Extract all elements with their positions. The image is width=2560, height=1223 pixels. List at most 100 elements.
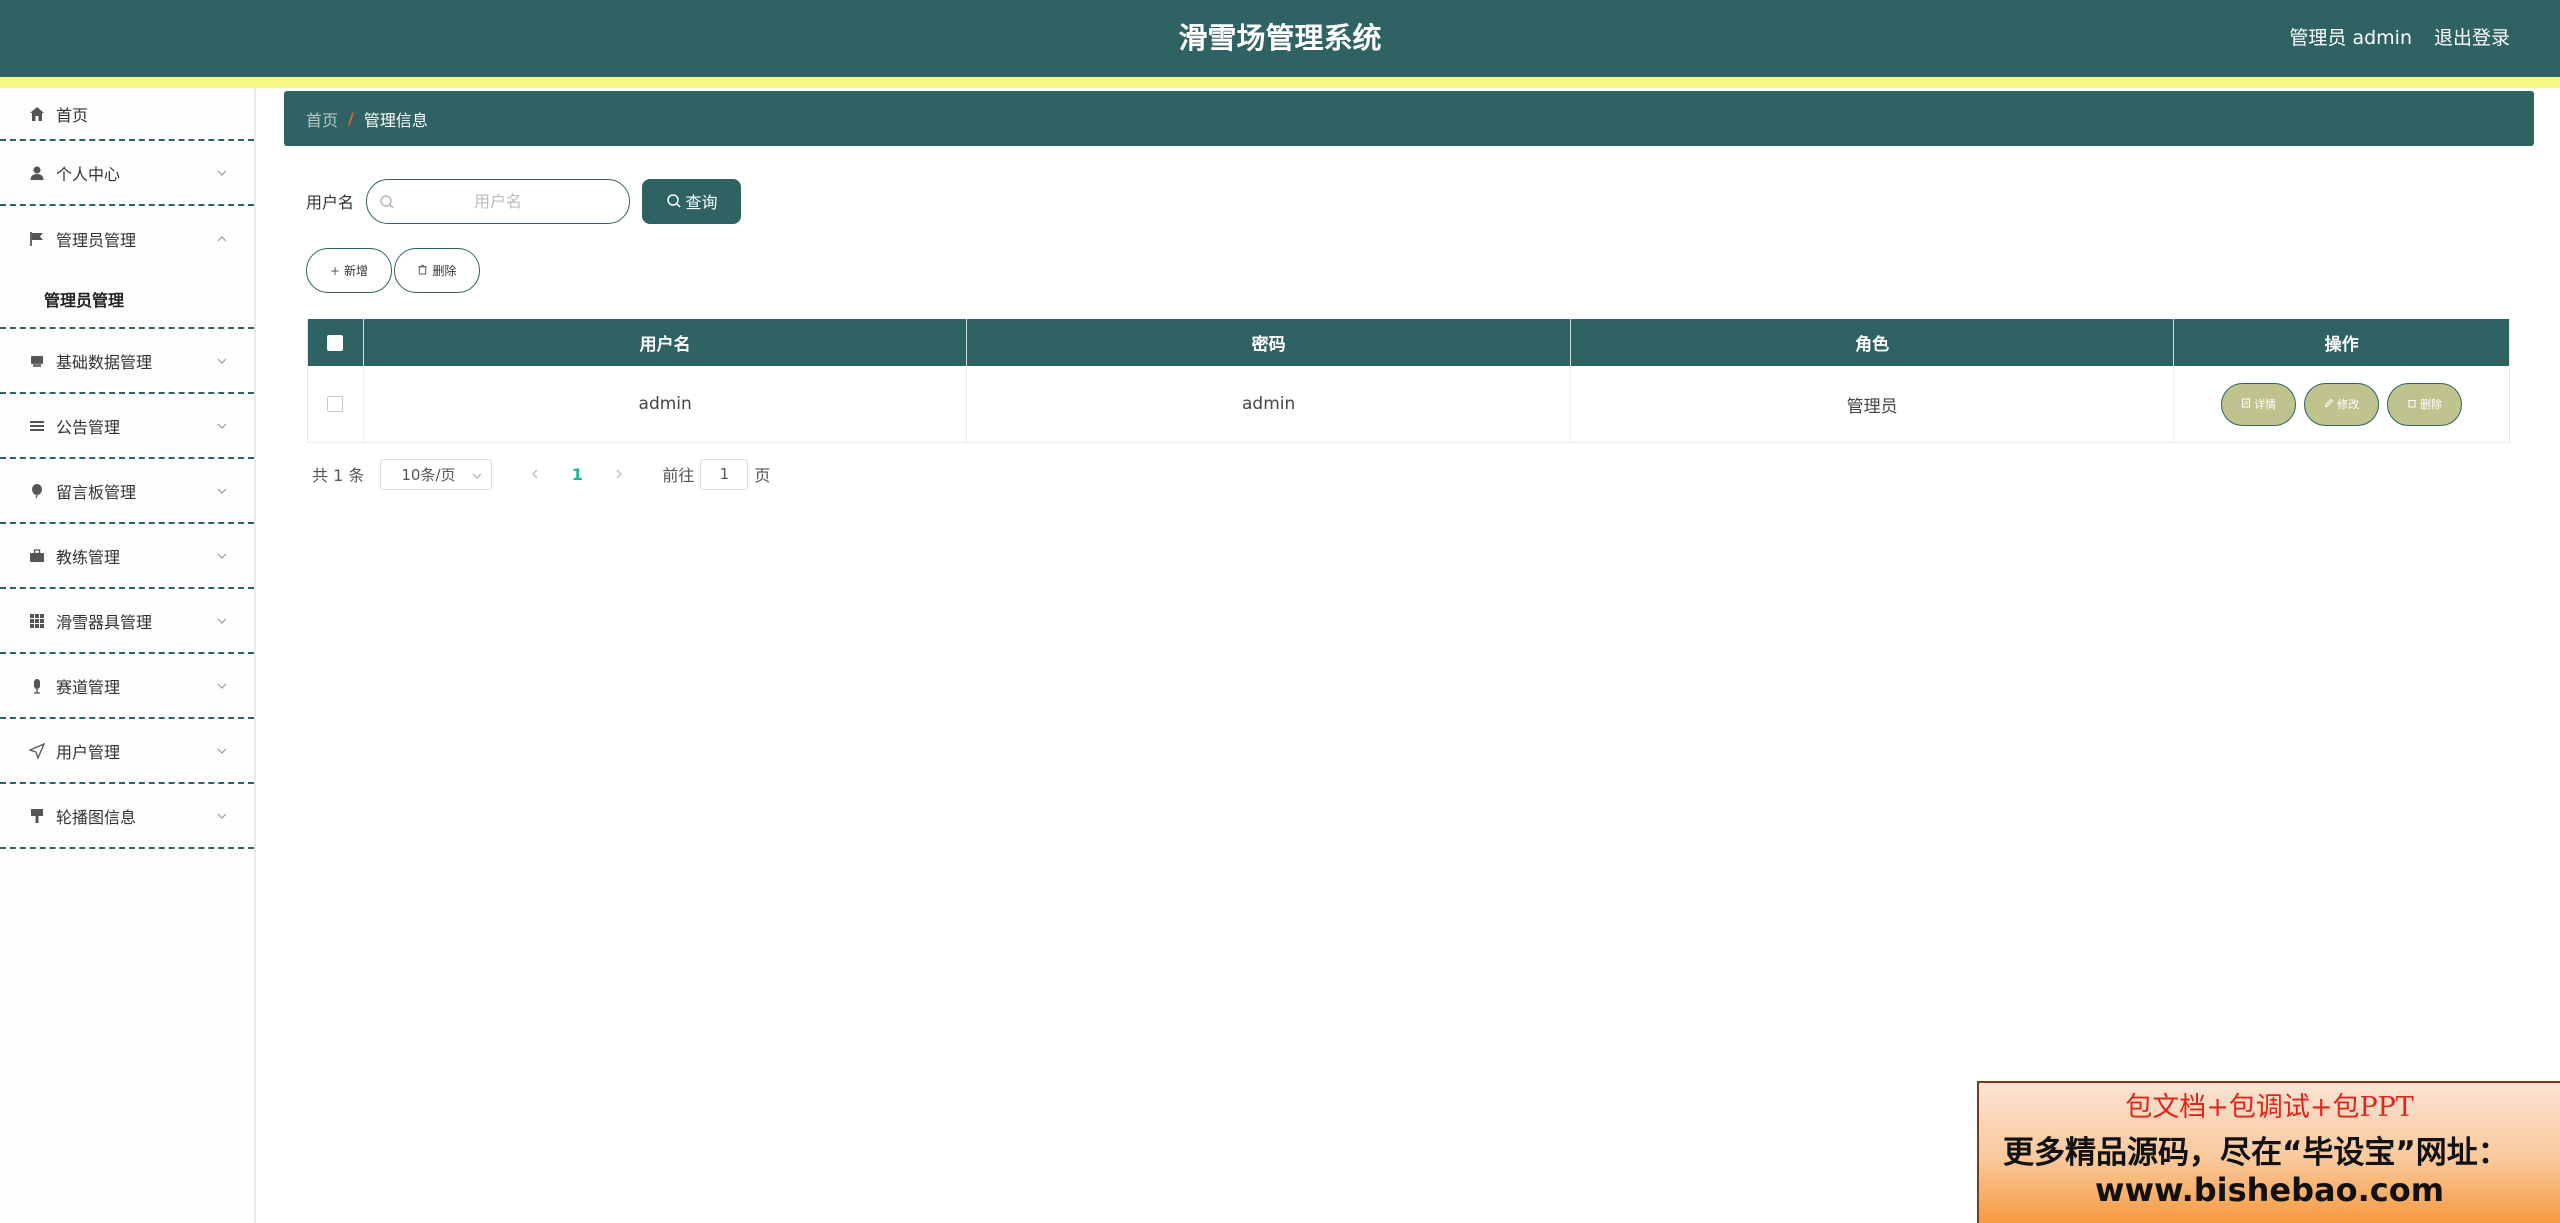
promo-banner-url: www.bishebao.com (2094, 1171, 2445, 1209)
printer-icon (28, 352, 46, 370)
search-label: 用户名 (306, 193, 355, 212)
list-icon (28, 417, 46, 435)
sidebar-item-label: 用户管理 (56, 742, 121, 762)
query-button[interactable]: 查询 (642, 178, 742, 224)
goto-page-input[interactable] (700, 458, 749, 490)
chevron-down-icon (472, 473, 482, 479)
sidebar-item-label: 管理员管理 (56, 230, 137, 250)
promo-banner: 包文档+包调试+包PPT 更多精品源码，尽在“毕设宝”网址： www.bishe… (1977, 1081, 2560, 1223)
table-header: 用户名 密码 角色 操作 (308, 319, 2509, 366)
sidebar-item-users[interactable]: 用户管理 (0, 719, 254, 784)
trash-icon (2407, 398, 2417, 411)
username-search-input[interactable] (367, 179, 630, 223)
sidebar-item-label: 留言板管理 (56, 482, 137, 502)
cell-role: 管理员 (1571, 366, 2175, 442)
sidebar-subitem-label: 管理员管理 (44, 291, 125, 310)
sidebar-item-label: 滑雪器具管理 (56, 612, 153, 632)
grid-icon (28, 612, 46, 630)
chevron-down-icon (217, 683, 227, 689)
row-edit-button[interactable]: 修改 (2304, 382, 2380, 426)
goto-label: 前往 (662, 466, 695, 485)
edit-icon (2324, 398, 2334, 411)
sidebar-item-message-board[interactable]: 留言板管理 (0, 459, 254, 524)
select-all-checkbox[interactable] (327, 334, 344, 351)
sidebar-item-personal-center[interactable]: 个人中心 (0, 141, 254, 206)
sidebar-item-label: 首页 (56, 105, 89, 125)
page-size-select[interactable]: 10条/页 (380, 458, 493, 490)
chevron-down-icon (217, 618, 227, 624)
sidebar-item-basic-data[interactable]: 基础数据管理 (0, 329, 254, 394)
top-header (0, 0, 2560, 77)
add-button[interactable]: + 新增 (306, 248, 392, 293)
breadcrumb-separator: / (348, 109, 354, 128)
row-detail-button[interactable]: 详情 (2221, 382, 2297, 426)
breadcrumb-home-link[interactable]: 首页 (306, 107, 338, 131)
promo-banner-line2: 更多精品源码，尽在“毕设宝”网址： (2003, 1135, 2509, 1171)
cell-actions: 详情 修改 删除 (2174, 366, 2509, 442)
chevron-down-icon (217, 553, 227, 559)
sidebar-item-label: 公告管理 (56, 417, 121, 437)
sidebar-item-label: 轮播图信息 (56, 807, 137, 827)
header-accent-stripe (0, 77, 2560, 88)
row-delete-label: 删除 (2420, 398, 2443, 411)
cell-password: admin (967, 366, 1571, 442)
chevron-right-icon (616, 469, 623, 479)
page-size-value: 10条/页 (401, 465, 456, 484)
breadcrumb: 首页 / 管理信息 (284, 91, 2534, 146)
pagination: 共 1 条 10条/页 1 前往 页 (312, 458, 770, 490)
brush-icon (28, 807, 46, 825)
row-checkbox[interactable] (327, 396, 344, 412)
sidebar-item-track[interactable]: 赛道管理 (0, 654, 254, 719)
sidebar-item-carousel[interactable]: 轮播图信息 (0, 784, 254, 849)
select-all-cell (308, 319, 364, 366)
current-user-label: 管理员 admin (2289, 27, 2412, 49)
trash-icon (417, 264, 428, 278)
balloon-icon (28, 482, 46, 500)
query-button-label: 查询 (685, 193, 718, 212)
next-page-button[interactable] (604, 459, 634, 489)
chevron-down-icon (217, 748, 227, 754)
column-header-password[interactable]: 密码 (967, 319, 1571, 366)
promo-banner-line1: 包文档+包调试+包PPT (2125, 1092, 2414, 1123)
delete-button-label: 删除 (432, 264, 457, 278)
add-button-label: 新增 (344, 264, 369, 278)
sidebar-item-coach[interactable]: 教练管理 (0, 524, 254, 589)
microphone-icon (28, 677, 46, 695)
row-select-cell (308, 366, 364, 442)
chevron-down-icon (217, 813, 227, 819)
column-header-role[interactable]: 角色 (1571, 319, 2175, 366)
briefcase-icon (28, 547, 46, 565)
breadcrumb-current: 管理信息 (363, 110, 428, 130)
search-icon (666, 194, 681, 208)
logout-link[interactable]: 退出登录 (2434, 0, 2510, 77)
row-edit-label: 修改 (2337, 398, 2360, 411)
chevron-down-icon (217, 423, 227, 429)
page-number-current[interactable]: 1 (562, 459, 592, 489)
chevron-down-icon (217, 358, 227, 364)
sidebar-item-label: 赛道管理 (56, 677, 121, 697)
row-delete-button[interactable]: 删除 (2387, 382, 2463, 426)
sidebar-subitem-admin-management[interactable]: 管理员管理 (0, 271, 254, 329)
home-icon (28, 105, 46, 123)
pagination-total: 共 1 条 (312, 466, 365, 485)
data-table: 用户名 密码 角色 操作 admin admin 管理员 详情 修改 删除 (307, 319, 2510, 443)
table-row: admin admin 管理员 详情 修改 删除 (308, 366, 2509, 443)
sidebar-item-notice[interactable]: 公告管理 (0, 394, 254, 459)
send-icon (28, 742, 46, 760)
chevron-down-icon (217, 170, 227, 176)
sidebar-item-label: 教练管理 (56, 547, 121, 567)
chevron-down-icon (217, 488, 227, 494)
plus-icon: + (329, 263, 341, 278)
sidebar-item-home[interactable]: 首页 (0, 88, 254, 141)
delete-button[interactable]: 删除 (394, 248, 480, 293)
column-header-username[interactable]: 用户名 (364, 319, 968, 366)
search-bar: 用户名 查询 (306, 178, 742, 224)
action-buttons: + 新增 删除 (306, 248, 482, 293)
prev-page-button[interactable] (520, 459, 550, 489)
sidebar-item-label: 个人中心 (56, 164, 121, 184)
row-detail-label: 详情 (2254, 398, 2277, 411)
column-header-actions: 操作 (2324, 335, 2359, 355)
sidebar-item-ski-equipment[interactable]: 滑雪器具管理 (0, 589, 254, 654)
sidebar-item-admin-management[interactable]: 管理员管理 (0, 206, 254, 271)
chevron-left-icon (532, 469, 538, 479)
